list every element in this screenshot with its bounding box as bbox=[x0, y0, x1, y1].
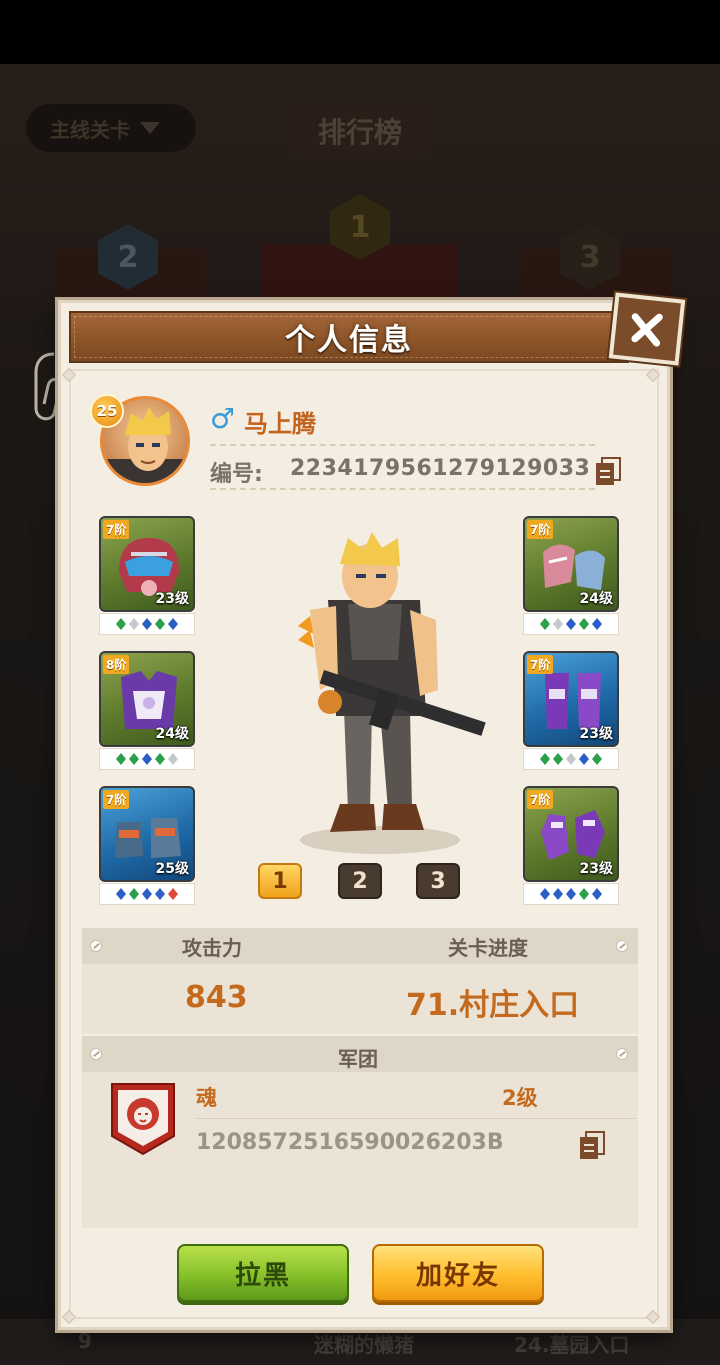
screw-icon bbox=[616, 1048, 628, 1060]
gem-icon bbox=[168, 888, 178, 900]
gem-sockets bbox=[99, 883, 195, 905]
equip-level: 24级 bbox=[155, 726, 189, 742]
modal-title: 个人信息 bbox=[285, 323, 413, 358]
gem-icon bbox=[129, 618, 139, 630]
chevron-down-icon bbox=[140, 122, 160, 134]
gem-sockets bbox=[99, 613, 195, 635]
progress-value: 71.村庄入口 bbox=[406, 988, 580, 1023]
row-stage: 24.墓园入口 bbox=[514, 1333, 630, 1357]
gem-icon bbox=[566, 618, 576, 630]
gem-icon bbox=[553, 618, 563, 630]
equip-level: 23级 bbox=[579, 726, 613, 742]
divider bbox=[196, 1118, 636, 1119]
gem-icon bbox=[129, 888, 139, 900]
gem-icon bbox=[592, 753, 602, 765]
loadout-tab-3[interactable]: 3 bbox=[416, 863, 460, 899]
progress-label: 关卡进度 bbox=[448, 936, 528, 960]
gem-icon bbox=[540, 888, 550, 900]
screw-icon bbox=[616, 940, 628, 952]
gem-icon bbox=[142, 888, 152, 900]
player-id-label: 编号: bbox=[210, 462, 263, 487]
gem-icon bbox=[155, 618, 165, 630]
attack-label: 攻击力 bbox=[182, 936, 242, 960]
player-name: 马上腾 bbox=[244, 410, 316, 438]
equip-rank: 7阶 bbox=[103, 790, 130, 809]
rank-1-badge: 1 bbox=[330, 194, 390, 260]
equip-level: 23级 bbox=[155, 591, 189, 607]
leaderboard-title: 排行榜 bbox=[280, 104, 440, 158]
gem-icon bbox=[129, 753, 139, 765]
close-button[interactable] bbox=[608, 292, 686, 366]
gem-icon bbox=[540, 618, 550, 630]
add-friend-button[interactable]: 加好友 bbox=[372, 1244, 544, 1302]
equip-rank: 7阶 bbox=[103, 520, 130, 539]
stats-header bbox=[82, 928, 638, 964]
status-bar bbox=[0, 0, 720, 64]
gem-icon bbox=[592, 888, 602, 900]
player-level-badge: 25 bbox=[90, 394, 124, 428]
gem-icon bbox=[579, 888, 589, 900]
copy-icon[interactable] bbox=[578, 1130, 608, 1160]
gem-sockets bbox=[99, 748, 195, 770]
gem-icon bbox=[116, 618, 126, 630]
gem-sockets bbox=[523, 883, 619, 905]
gem-icon bbox=[168, 618, 178, 630]
gem-icon bbox=[142, 618, 152, 630]
equip-level: 24级 bbox=[579, 591, 613, 607]
guild-section-label: 军团 bbox=[338, 1047, 378, 1071]
gem-sockets bbox=[523, 613, 619, 635]
screw-icon bbox=[90, 940, 102, 952]
gem-icon bbox=[553, 888, 563, 900]
equip-rank: 8阶 bbox=[103, 655, 130, 674]
divider bbox=[210, 444, 595, 446]
guild-id: 1208572516590026203B bbox=[196, 1130, 504, 1155]
equip-slot-armor[interactable]: 8阶 24级 bbox=[99, 651, 195, 747]
soldier-character-icon bbox=[298, 532, 486, 854]
gem-icon bbox=[116, 888, 126, 900]
gem-icon bbox=[155, 888, 165, 900]
gem-icon bbox=[566, 753, 576, 765]
loadout-tab-1[interactable]: 1 bbox=[258, 863, 302, 899]
guild-name: 魂 bbox=[196, 1086, 217, 1110]
gem-icon bbox=[168, 753, 178, 765]
gem-icon bbox=[155, 753, 165, 765]
equip-rank: 7阶 bbox=[527, 655, 554, 674]
stage-filter-label: 主线关卡 bbox=[50, 117, 130, 142]
gem-icon bbox=[592, 618, 602, 630]
gem-icon bbox=[116, 753, 126, 765]
guild-level: 2级 bbox=[502, 1086, 538, 1110]
male-gender-icon: ♂ bbox=[210, 402, 236, 435]
screw-icon bbox=[90, 1048, 102, 1060]
gem-icon bbox=[540, 753, 550, 765]
equip-slot-boots[interactable]: 7阶 25级 bbox=[99, 786, 195, 882]
equip-rank: 7阶 bbox=[527, 790, 554, 809]
modal-header: 个人信息 bbox=[69, 311, 629, 363]
equip-slot-gloves[interactable]: 7阶 23级 bbox=[523, 786, 619, 882]
equip-slot-helmet[interactable]: 7阶 23级 bbox=[99, 516, 195, 612]
copy-icon[interactable] bbox=[594, 456, 624, 486]
gem-icon bbox=[553, 753, 563, 765]
close-x-icon bbox=[631, 313, 663, 347]
gem-icon bbox=[579, 618, 589, 630]
equip-slot-legs[interactable]: 7阶 23级 bbox=[523, 651, 619, 747]
block-button[interactable]: 拉黑 bbox=[177, 1244, 349, 1302]
lion-emblem-icon[interactable] bbox=[110, 1082, 176, 1156]
equip-rank: 7阶 bbox=[527, 520, 554, 539]
row-player-name: 迷糊的懒猪 bbox=[314, 1333, 414, 1357]
gem-icon bbox=[579, 753, 589, 765]
loadout-tab-2[interactable]: 2 bbox=[338, 863, 382, 899]
row-rank: 9 bbox=[78, 1329, 92, 1353]
equip-slot-shoulder[interactable]: 7阶 24级 bbox=[523, 516, 619, 612]
attack-value: 843 bbox=[185, 980, 248, 1015]
equip-level: 23级 bbox=[579, 861, 613, 877]
rank-3-badge: 3 bbox=[560, 224, 620, 290]
rank-2-badge: 2 bbox=[98, 224, 158, 290]
gem-icon bbox=[566, 888, 576, 900]
player-id-value: 2234179561279129033 bbox=[290, 456, 591, 481]
gem-icon bbox=[142, 753, 152, 765]
stage-filter-dropdown: 主线关卡 bbox=[26, 104, 196, 152]
gem-sockets bbox=[523, 748, 619, 770]
divider bbox=[210, 488, 595, 490]
equip-level: 25级 bbox=[155, 861, 189, 877]
